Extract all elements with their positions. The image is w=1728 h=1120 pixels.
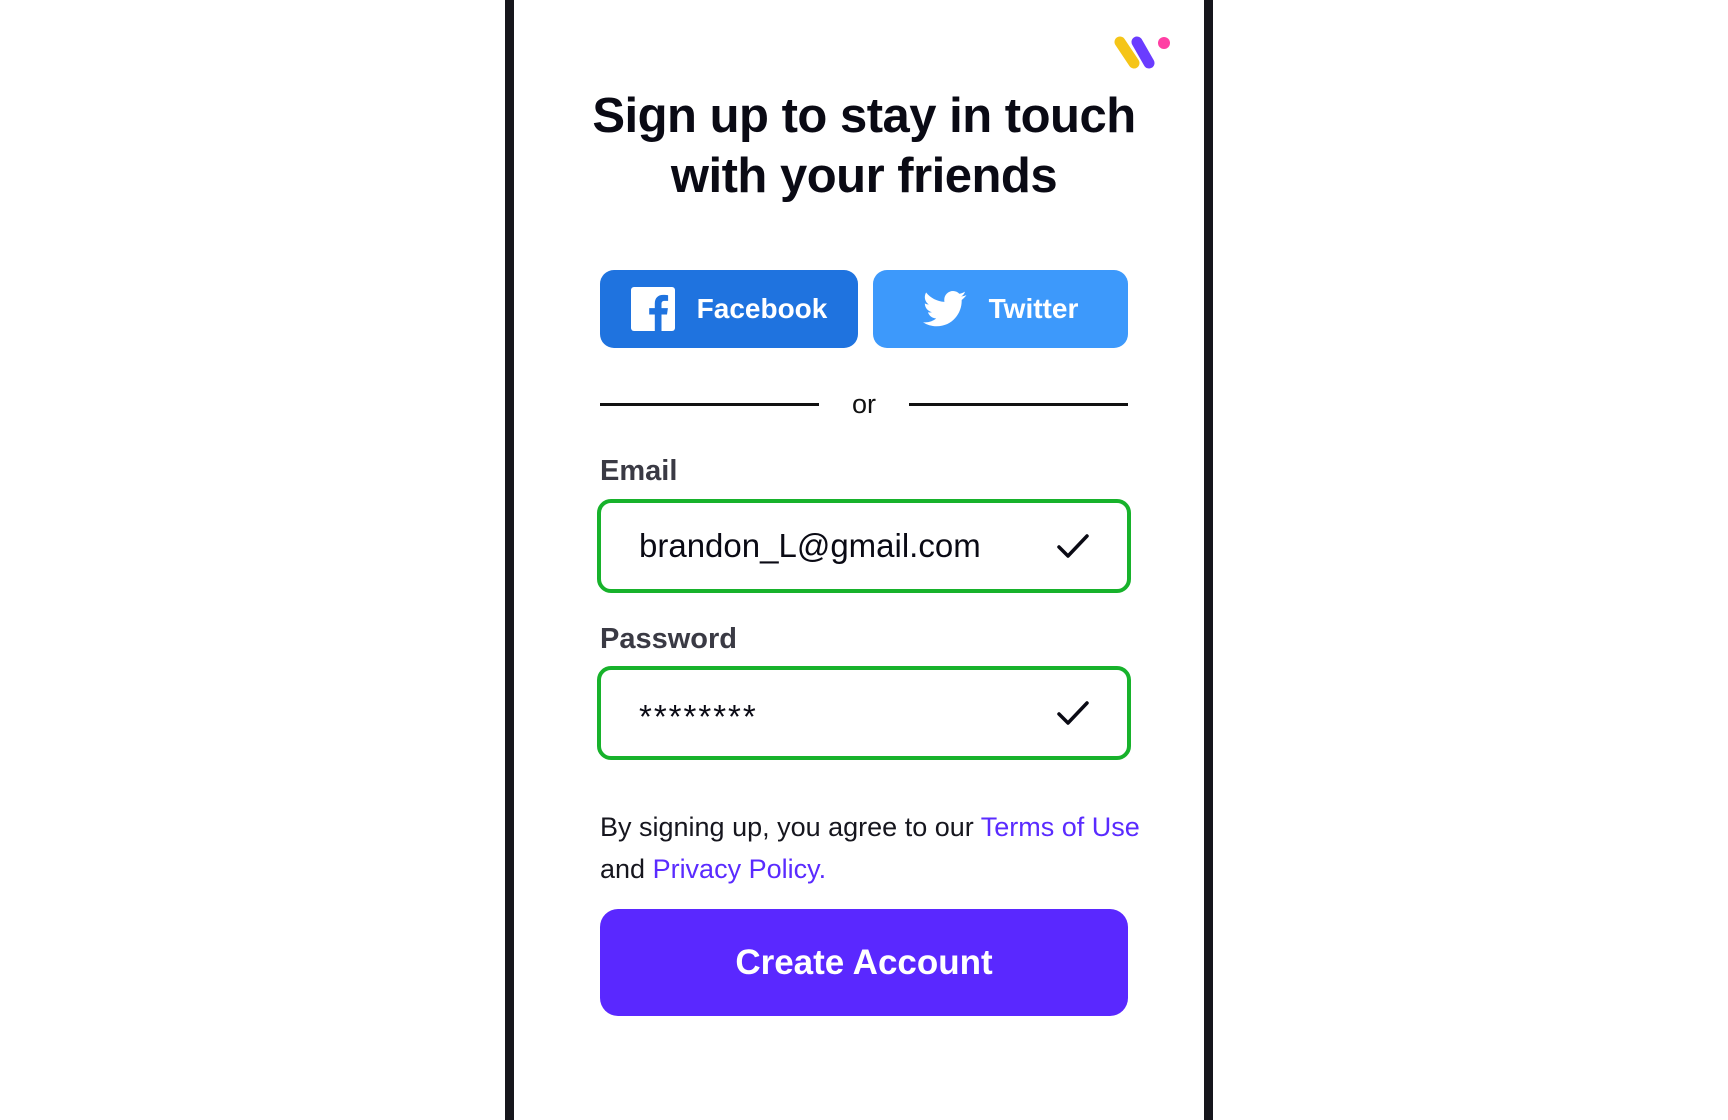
twitter-signup-button[interactable]: Twitter bbox=[873, 270, 1128, 348]
password-valid-check-icon bbox=[1053, 693, 1093, 733]
password-label: Password bbox=[600, 623, 737, 655]
privacy-policy-link[interactable]: Privacy Policy. bbox=[653, 854, 827, 884]
email-value[interactable]: brandon_L@gmail.com bbox=[639, 527, 1053, 565]
page-title: Sign up to stay in touch with your frien… bbox=[560, 86, 1168, 206]
email-valid-check-icon bbox=[1053, 526, 1093, 566]
brand-logo bbox=[1112, 30, 1174, 76]
terms-prefix: By signing up, you agree to our bbox=[600, 812, 981, 842]
email-field[interactable]: brandon_L@gmail.com bbox=[597, 499, 1131, 593]
password-field[interactable]: ******** bbox=[597, 666, 1131, 760]
divider-line-left bbox=[600, 402, 819, 406]
terms-middle: and bbox=[600, 854, 653, 884]
facebook-signup-button[interactable]: Facebook bbox=[600, 270, 858, 348]
facebook-icon bbox=[630, 287, 675, 331]
twitter-label: Twitter bbox=[988, 293, 1079, 324]
create-account-button[interactable]: Create Account bbox=[600, 909, 1128, 1016]
facebook-label: Facebook bbox=[696, 293, 828, 324]
or-divider: or bbox=[600, 384, 1128, 424]
password-value[interactable]: ******** bbox=[639, 690, 1053, 736]
twitter-bird-icon bbox=[922, 290, 967, 328]
terms-of-use-link[interactable]: Terms of Use bbox=[981, 812, 1140, 842]
divider-line-right bbox=[909, 402, 1128, 406]
terms-notice: By signing up, you agree to our Terms of… bbox=[600, 806, 1140, 890]
email-label: Email bbox=[600, 455, 678, 487]
page-title-line1: Sign up to stay in touch bbox=[592, 89, 1136, 143]
divider-or-text: or bbox=[851, 388, 876, 419]
logo-mark-icon bbox=[1114, 36, 1170, 69]
page-title-line2: with your friends bbox=[670, 149, 1058, 203]
